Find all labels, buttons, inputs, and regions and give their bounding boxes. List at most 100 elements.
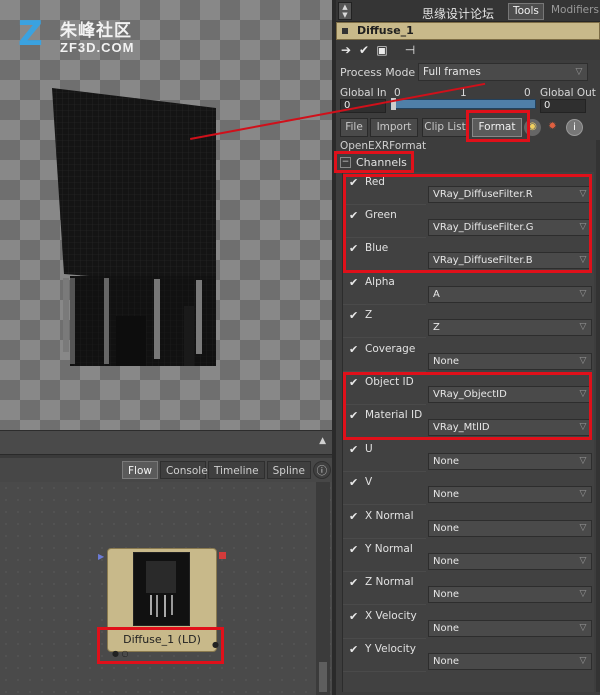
info-icon[interactable]: i xyxy=(566,119,583,136)
process-mode-value: Full frames xyxy=(423,66,481,78)
arrow-icon[interactable]: ➔ xyxy=(338,42,354,58)
channel-label: Coverage xyxy=(365,343,416,355)
channel-value: None xyxy=(433,656,460,667)
tab-timeline[interactable]: Timeline xyxy=(207,461,265,479)
channel-list: ✔ Red VRay_DiffuseFilter.R ▽ ✔ Green VRa… xyxy=(342,172,594,692)
channel-select[interactable]: Z ▽ xyxy=(428,319,592,336)
global-in-label: Global In xyxy=(340,87,387,99)
node-input-icon[interactable]: ▶ xyxy=(98,552,104,561)
channel-row: ✔ Red xyxy=(343,172,426,205)
channel-select[interactable]: None ▽ xyxy=(428,353,592,370)
pin-icon[interactable]: ⊣ xyxy=(402,42,418,58)
channel-label: Blue xyxy=(365,242,389,254)
check-icon[interactable]: ✔ xyxy=(349,242,358,255)
channel-label: Red xyxy=(365,176,385,188)
inspector-topbar: ▲▼ 思缘设计论坛 www.missyuan.com Tools Modifie… xyxy=(336,0,600,36)
channel-select[interactable]: None ▽ xyxy=(428,486,592,503)
channel-row: ✔ Coverage xyxy=(343,339,426,372)
range-tick-end: 0 xyxy=(524,87,531,99)
channel-value: VRay_MtlID xyxy=(433,422,490,433)
channel-select[interactable]: None ▽ xyxy=(428,520,592,537)
check-icon[interactable]: ✔ xyxy=(349,176,358,189)
flow-scrollbar[interactable] xyxy=(316,482,330,695)
channel-row: ✔ Z Normal xyxy=(343,572,426,605)
channel-row: ✔ V xyxy=(343,472,426,505)
process-mode-select[interactable]: Full frames ▽ xyxy=(418,63,588,81)
check-icon[interactable]: ✔ xyxy=(349,409,358,422)
channel-value: A xyxy=(433,289,440,300)
channel-select[interactable]: None ▽ xyxy=(428,586,592,603)
channel-row: ✔ X Velocity xyxy=(343,606,426,639)
chevron-down-icon: ▽ xyxy=(579,456,587,466)
check-icon[interactable]: ✔ xyxy=(349,476,358,489)
check-icon[interactable]: ✔ xyxy=(349,276,358,289)
tab-tools[interactable]: Tools xyxy=(508,3,544,20)
chevron-down-icon: ▽ xyxy=(579,523,587,533)
tool-name: Diffuse_1 xyxy=(357,24,414,37)
node-port-icon: ● ○ xyxy=(112,649,129,658)
channel-label: Alpha xyxy=(365,276,395,288)
tab-clip-list[interactable]: Clip List xyxy=(422,118,468,137)
channel-select[interactable]: None ▽ xyxy=(428,653,592,670)
color-wheel-icon[interactable]: ◉ xyxy=(524,119,541,136)
check-icon[interactable]: ✔ xyxy=(349,643,358,656)
channel-select[interactable]: VRay_DiffuseFilter.B ▽ xyxy=(428,252,592,269)
channel-select[interactable]: A ▽ xyxy=(428,286,592,303)
chevron-down-icon: ▽ xyxy=(579,556,587,566)
tab-flow[interactable]: Flow xyxy=(122,461,158,479)
check-icon[interactable]: ✔ xyxy=(349,576,358,589)
check-icon[interactable]: ✔ xyxy=(349,443,358,456)
chevron-down-icon: ▽ xyxy=(579,322,587,332)
check-icon[interactable]: ✔ xyxy=(349,543,358,556)
tab-spline[interactable]: Spline xyxy=(266,461,311,479)
loader-node[interactable]: Diffuse_1 (LD) xyxy=(107,548,217,652)
tab-file[interactable]: File xyxy=(340,118,368,137)
check-icon[interactable]: ✔ xyxy=(349,510,358,523)
channel-label: Object ID xyxy=(365,376,414,388)
channel-value: VRay_DiffuseFilter.B xyxy=(433,255,533,266)
channel-select[interactable]: None ▽ xyxy=(428,453,592,470)
chevron-down-icon: ▽ xyxy=(579,623,587,633)
check-icon[interactable]: ✔ xyxy=(349,376,358,389)
chevron-down-icon: ▽ xyxy=(579,489,587,499)
channel-select[interactable]: VRay_DiffuseFilter.R ▽ xyxy=(428,186,592,203)
check-icon[interactable]: ✔ xyxy=(349,343,358,356)
image-viewer[interactable]: Z 朱峰社区 ZF3D.COM xyxy=(0,0,332,430)
tab-import[interactable]: Import xyxy=(370,118,418,137)
tab-modifiers[interactable]: Modifiers xyxy=(551,3,599,18)
inspector-scrollbar[interactable] xyxy=(596,140,600,692)
channel-row: ✔ Alpha xyxy=(343,272,426,305)
channel-label: X Velocity xyxy=(365,610,417,622)
chevron-down-icon: ▽ xyxy=(575,67,583,77)
tab-console[interactable]: Console xyxy=(159,461,208,479)
gear-icon[interactable]: ✹ xyxy=(544,119,561,136)
channel-row: ✔ Y Normal xyxy=(343,539,426,572)
scroll-arrows-icon[interactable]: ▲ ▼ xyxy=(338,2,352,20)
channel-label: Y Normal xyxy=(365,543,413,555)
channel-value: None xyxy=(433,556,460,567)
global-out-field[interactable]: 0 xyxy=(540,99,586,113)
logo-text-cn: 朱峰社区 xyxy=(60,21,132,41)
format-name: OpenEXRFormat xyxy=(340,140,427,152)
info-icon[interactable]: ⓘ xyxy=(312,461,331,479)
channel-value: None xyxy=(433,523,460,534)
check-icon[interactable]: ✔ xyxy=(356,42,372,58)
channel-select[interactable]: VRay_MtlID ▽ xyxy=(428,419,592,436)
channel-select[interactable]: None ▽ xyxy=(428,620,592,637)
tab-format[interactable]: Format xyxy=(472,118,522,137)
channel-value: VRay_DiffuseFilter.G xyxy=(433,222,534,233)
collapse-arrow-icon[interactable]: ▲ xyxy=(319,436,326,446)
check-icon[interactable]: ✔ xyxy=(349,209,358,222)
channel-select[interactable]: None ▽ xyxy=(428,553,592,570)
save-icon[interactable]: ▣ xyxy=(374,42,390,58)
channel-select[interactable]: VRay_ObjectID ▽ xyxy=(428,386,592,403)
collapse-icon[interactable]: − xyxy=(340,157,351,168)
range-slider[interactable] xyxy=(390,98,536,110)
check-icon[interactable]: ✔ xyxy=(349,309,358,322)
check-icon[interactable]: ✔ xyxy=(349,610,358,623)
channel-row: ✔ X Normal xyxy=(343,506,426,539)
channel-select[interactable]: VRay_DiffuseFilter.G ▽ xyxy=(428,219,592,236)
tool-header[interactable]: Diffuse_1 xyxy=(336,22,600,40)
channel-row: ✔ Green xyxy=(343,205,426,238)
node-output-icon[interactable] xyxy=(219,552,226,559)
